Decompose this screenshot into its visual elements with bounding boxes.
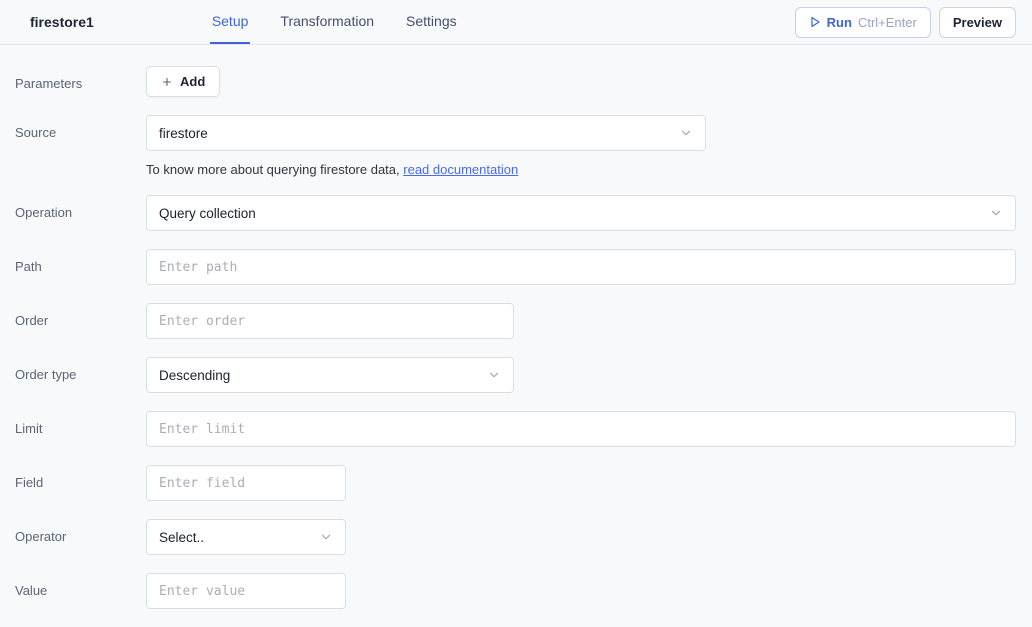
- query-tabs: Setup Transformation Settings: [210, 0, 459, 44]
- field-input[interactable]: [146, 465, 346, 501]
- tab-setup-label: Setup: [212, 13, 249, 29]
- tab-transformation-label: Transformation: [280, 13, 374, 29]
- read-documentation-link[interactable]: read documentation: [403, 162, 518, 177]
- tab-settings-label: Settings: [406, 13, 457, 29]
- chevron-down-icon: [989, 206, 1003, 220]
- parameters-row: Parameters Add: [15, 66, 1032, 97]
- preview-button[interactable]: Preview: [939, 7, 1016, 38]
- query-setup-form: Parameters Add Source firestore To know …: [0, 45, 1032, 609]
- order-type-label: Order type: [15, 357, 146, 393]
- field-label: Field: [15, 465, 146, 501]
- query-editor-header: firestore1 Setup Transformation Settings…: [0, 0, 1032, 45]
- play-icon: [809, 16, 821, 28]
- order-type-row: Order type Descending: [15, 357, 1032, 393]
- operation-select[interactable]: Query collection: [146, 195, 1016, 231]
- run-button-label: Run: [827, 15, 852, 30]
- operation-select-value: Query collection: [159, 206, 256, 221]
- query-title: firestore1: [30, 14, 94, 30]
- source-help-prefix: To know more about querying firestore da…: [146, 162, 403, 177]
- order-input[interactable]: [146, 303, 514, 339]
- parameters-label: Parameters: [15, 66, 146, 97]
- order-label: Order: [15, 303, 146, 339]
- chevron-down-icon: [679, 126, 693, 140]
- add-parameter-button[interactable]: Add: [146, 66, 220, 97]
- source-select[interactable]: firestore: [146, 115, 706, 151]
- header-actions: Run Ctrl+Enter Preview: [795, 7, 1016, 38]
- value-row: Value: [15, 573, 1032, 609]
- plus-icon: [161, 76, 173, 88]
- source-row: Source firestore To know more about quer…: [15, 115, 1032, 177]
- order-type-select[interactable]: Descending: [146, 357, 514, 393]
- limit-label: Limit: [15, 411, 146, 447]
- tab-settings[interactable]: Settings: [404, 0, 459, 44]
- chevron-down-icon: [319, 530, 333, 544]
- run-button[interactable]: Run Ctrl+Enter: [795, 7, 931, 38]
- path-label: Path: [15, 249, 146, 285]
- limit-input[interactable]: [146, 411, 1016, 447]
- order-row: Order: [15, 303, 1032, 339]
- path-row: Path: [15, 249, 1032, 285]
- operator-row: Operator Select..: [15, 519, 1032, 555]
- operator-select[interactable]: Select..: [146, 519, 346, 555]
- field-row: Field: [15, 465, 1032, 501]
- tab-transformation[interactable]: Transformation: [278, 0, 376, 44]
- chevron-down-icon: [487, 368, 501, 382]
- source-select-value: firestore: [159, 126, 208, 141]
- path-input[interactable]: [146, 249, 1016, 285]
- tab-setup[interactable]: Setup: [210, 0, 251, 44]
- operator-select-value: Select..: [159, 530, 204, 545]
- operator-label: Operator: [15, 519, 146, 555]
- run-shortcut-hint: Ctrl+Enter: [858, 15, 917, 30]
- operation-row: Operation Query collection: [15, 195, 1032, 231]
- limit-row: Limit: [15, 411, 1032, 447]
- add-parameter-label: Add: [180, 74, 205, 89]
- source-help-text: To know more about querying firestore da…: [146, 162, 1016, 177]
- operation-label: Operation: [15, 195, 146, 231]
- value-label: Value: [15, 573, 146, 609]
- order-type-select-value: Descending: [159, 368, 230, 383]
- preview-button-label: Preview: [953, 15, 1002, 30]
- value-input[interactable]: [146, 573, 346, 609]
- source-label: Source: [15, 115, 146, 177]
